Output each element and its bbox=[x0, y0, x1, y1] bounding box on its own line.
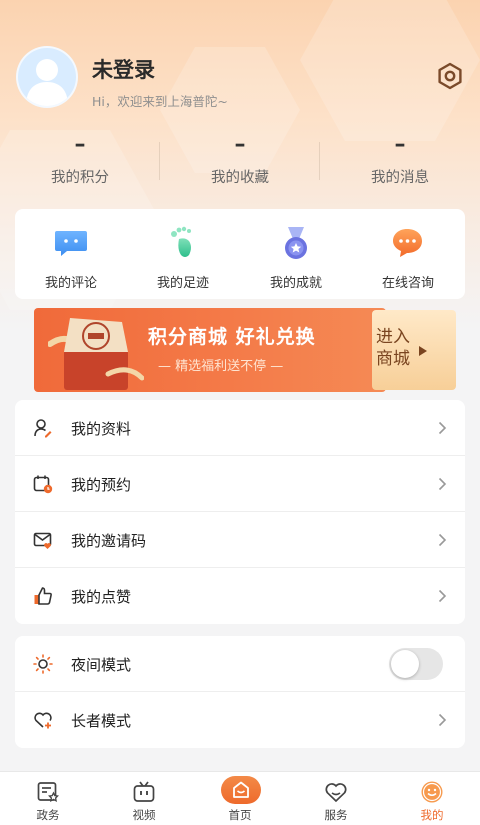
tab-label: 我的 bbox=[420, 808, 444, 822]
quick-item-label: 我的评论 bbox=[44, 276, 97, 291]
thumbs-up-icon bbox=[34, 587, 52, 605]
banner-title: 积分商城 好礼兑换 bbox=[148, 326, 316, 348]
chevron-right-icon bbox=[438, 421, 447, 435]
settings-icon[interactable] bbox=[436, 62, 464, 90]
profile-edit-icon bbox=[34, 419, 52, 438]
stat-label: 我的积分 bbox=[51, 170, 109, 186]
menu-item-profile[interactable]: 我的资料 bbox=[15, 400, 465, 456]
chevron-right-icon bbox=[438, 713, 447, 727]
menu-item-label: 夜间模式 bbox=[71, 656, 132, 674]
tab-label: 服务 bbox=[324, 808, 348, 822]
tab-label: 视频 bbox=[132, 808, 156, 822]
smile-icon bbox=[421, 781, 443, 803]
stat-points[interactable]: – 我的积分 bbox=[0, 132, 160, 187]
enter-mall-line1: 进入 bbox=[376, 327, 410, 347]
menu-primary: 我的资料 我的预约 我的邀请码 我的点赞 bbox=[15, 400, 465, 624]
medal-icon bbox=[285, 227, 307, 259]
stat-value: – bbox=[234, 132, 246, 157]
government-icon bbox=[37, 782, 59, 803]
chat-icon bbox=[393, 229, 422, 257]
menu-item-label: 我的预约 bbox=[71, 476, 132, 494]
heart-plus-icon bbox=[34, 712, 52, 729]
menu-secondary: 夜间模式 长者模式 bbox=[15, 636, 465, 748]
home-button[interactable] bbox=[221, 776, 261, 804]
sun-icon bbox=[33, 654, 53, 674]
quick-item-consult[interactable]: 在线咨询 bbox=[352, 209, 464, 299]
menu-item-elder-mode[interactable]: 长者模式 bbox=[15, 692, 465, 748]
menu-item-label: 我的邀请码 bbox=[71, 532, 147, 550]
stats-row: – 我的积分 – 我的收藏 – 我的消息 bbox=[0, 132, 480, 192]
stat-label: 我的消息 bbox=[371, 170, 429, 186]
tab-label: 首页 bbox=[228, 808, 252, 822]
quick-item-comments[interactable]: 我的评论 bbox=[15, 209, 127, 299]
heart-service-icon bbox=[325, 783, 347, 803]
gift-box-icon bbox=[48, 318, 144, 390]
greeting-text: Hi，欢迎来到上海普陀~ bbox=[92, 94, 228, 109]
stat-value: – bbox=[394, 132, 406, 157]
user-silhouette-icon bbox=[26, 59, 68, 106]
stat-label: 我的收藏 bbox=[211, 170, 269, 186]
mail-heart-icon bbox=[33, 532, 52, 549]
menu-item-label: 长者模式 bbox=[71, 712, 132, 730]
night-mode-toggle[interactable] bbox=[389, 648, 443, 680]
quick-item-label: 在线咨询 bbox=[381, 276, 434, 291]
menu-item-invite-code[interactable]: 我的邀请码 bbox=[15, 512, 465, 568]
menu-item-label: 我的资料 bbox=[71, 420, 132, 438]
avatar[interactable] bbox=[16, 46, 78, 108]
menu-item-night-mode: 夜间模式 bbox=[15, 636, 465, 692]
tv-icon bbox=[133, 781, 155, 802]
enter-mall-line2: 商城 bbox=[376, 349, 410, 369]
menu-item-appointments[interactable]: 我的预约 bbox=[15, 456, 465, 512]
quick-item-label: 我的成就 bbox=[269, 276, 322, 291]
chevron-right-icon bbox=[438, 533, 447, 547]
tab-mine[interactable]: 我的 bbox=[384, 772, 480, 825]
stat-favorites[interactable]: – 我的收藏 bbox=[160, 132, 320, 187]
home-icon bbox=[233, 781, 249, 798]
footprint-icon bbox=[171, 226, 191, 257]
toggle-knob bbox=[391, 650, 419, 678]
chevron-right-icon bbox=[438, 589, 447, 603]
enter-mall-button[interactable]: 进入 商城 bbox=[376, 326, 446, 370]
points-mall-banner[interactable]: 积分商城 好礼兑换 — 精选福利送不停 — 进入 商城 bbox=[26, 304, 458, 396]
menu-item-likes[interactable]: 我的点赞 bbox=[15, 568, 465, 624]
stat-messages[interactable]: – 我的消息 bbox=[320, 132, 480, 187]
username[interactable]: 未登录 bbox=[92, 54, 155, 84]
stat-value: – bbox=[74, 132, 86, 157]
tab-government[interactable]: 政务 bbox=[0, 772, 96, 825]
quick-item-label: 我的足迹 bbox=[156, 276, 209, 291]
calendar-clock-icon bbox=[33, 475, 53, 494]
menu-item-label: 我的点赞 bbox=[71, 588, 132, 606]
play-arrow-icon bbox=[419, 346, 427, 356]
chevron-right-icon bbox=[438, 477, 447, 491]
comment-bubble-icon bbox=[55, 231, 87, 256]
quick-actions-card: 我的评论 我的足迹 我的成就 在线咨询 bbox=[15, 209, 465, 299]
tab-video[interactable]: 视频 bbox=[96, 772, 192, 825]
quick-item-achievements[interactable]: 我的成就 bbox=[240, 209, 352, 299]
tab-label: 政务 bbox=[36, 808, 60, 822]
banner-subtitle: — 精选福利送不停 — bbox=[158, 359, 284, 374]
tab-services[interactable]: 服务 bbox=[288, 772, 384, 825]
quick-item-footprints[interactable]: 我的足迹 bbox=[127, 209, 239, 299]
